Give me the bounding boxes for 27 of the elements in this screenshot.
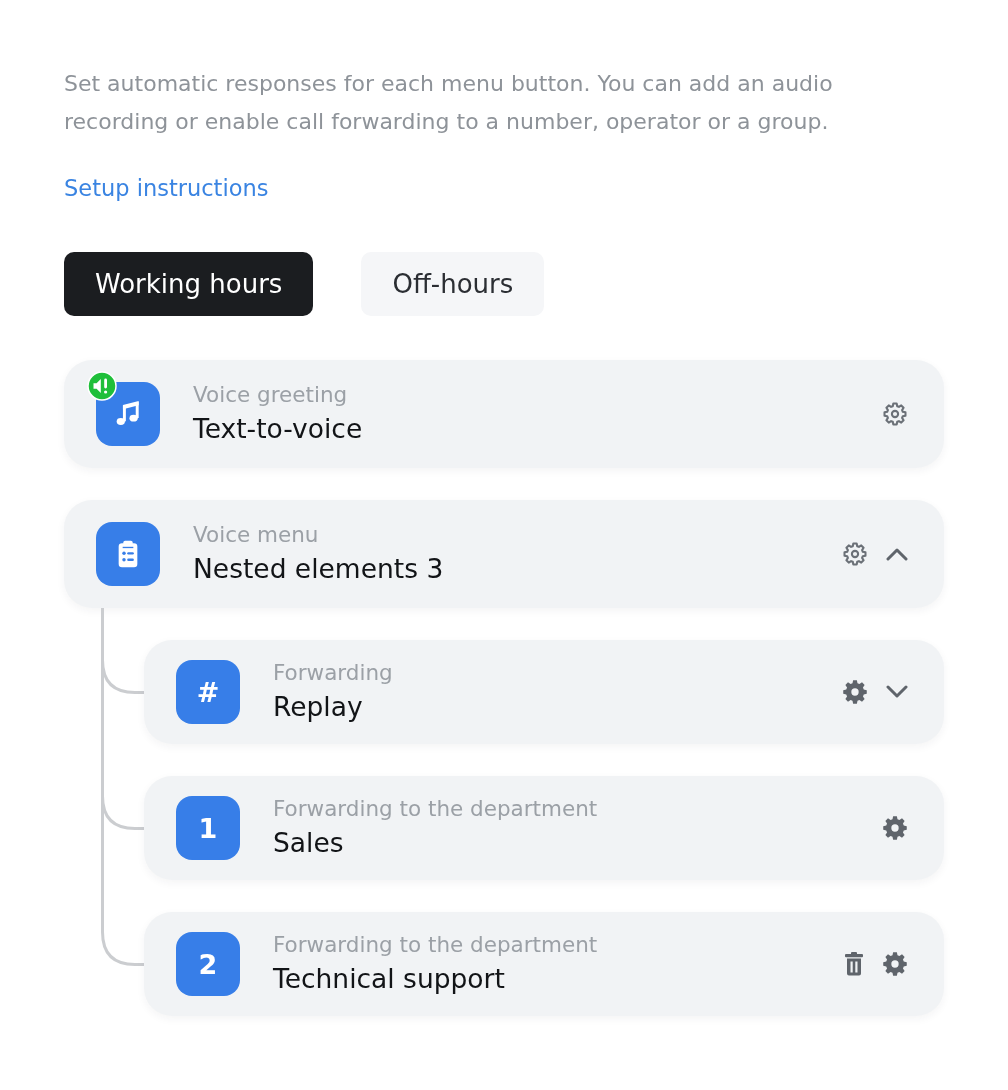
item-type-label: Voice greeting <box>193 381 349 409</box>
settings-icon[interactable] <box>882 815 908 841</box>
chevron-down-icon[interactable] <box>886 685 908 699</box>
item-title: Sales <box>273 826 345 860</box>
tab[interactable]: Working hours <box>64 252 314 316</box>
keypad-key: 2 <box>176 932 240 996</box>
item-title: Nested elements 3 <box>193 552 445 586</box>
item-title: Replay <box>273 690 364 724</box>
clipboard-list-icon <box>96 522 160 586</box>
chevron-up-icon[interactable] <box>886 547 908 561</box>
settings-icon[interactable] <box>842 541 868 567</box>
trash-icon[interactable] <box>844 952 864 976</box>
settings-icon[interactable] <box>842 679 868 705</box>
item-title: Technical support <box>273 962 506 996</box>
item-type-label: Forwarding to the department <box>273 931 599 959</box>
tab[interactable]: Off-hours <box>361 252 545 316</box>
music-note-icon <box>96 382 160 446</box>
instructions-link[interactable]: Setup instructions <box>64 169 269 207</box>
item-type-label: Forwarding to the department <box>273 795 599 823</box>
settings-icon[interactable] <box>882 951 908 977</box>
keypad-key: # <box>176 660 240 724</box>
item-type-label: Voice menu <box>193 521 320 549</box>
keypad-key: 1 <box>176 796 240 860</box>
description-text: Set automatic responses for each menu button. You can add an audio recording or enable call forwarding to a number, operator or a group. <box>64 70 834 136</box>
settings-icon[interactable] <box>882 401 908 427</box>
item-type-label: Forwarding <box>273 659 394 687</box>
item-title: Text-to-voice <box>193 412 364 446</box>
